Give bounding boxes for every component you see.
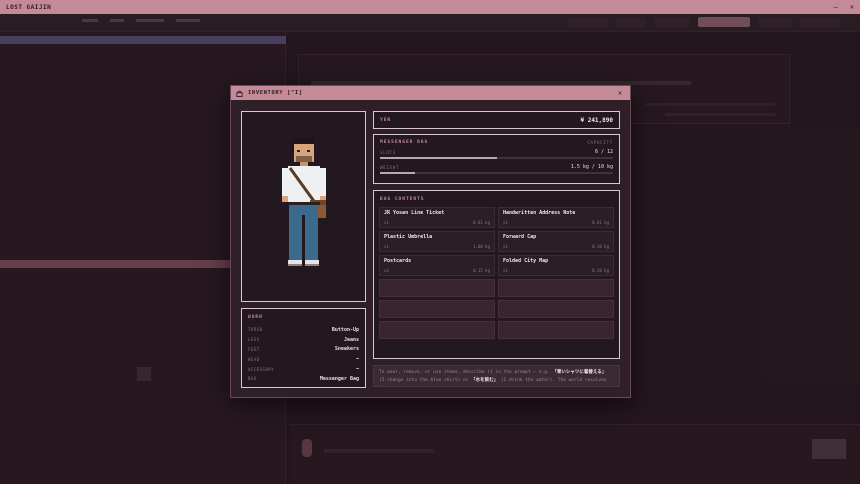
inventory-modal: INVENTORY [^I] ✕ WORN TORSO Button-Up LE… [230,85,631,398]
empty-slot [498,279,614,297]
worn-slot-label: TORSO [248,327,263,333]
item-qty: x1 [384,220,389,225]
bag-capacity-panel: MESSENGER BAG CAPACITY SLOTS 6 / 12 WEIG… [373,134,620,184]
app-title: LOST GAIJIN [6,3,52,11]
empty-slot [498,321,614,339]
slots-bar [380,157,613,159]
worn-slot-value: Messenger Bag [319,375,359,382]
character-portrait-panel [241,111,366,302]
item-weight: 0.20 kg [592,268,609,273]
bag-contents-panel: BAG CONTENTS JR Yosan Line Ticket x1 0.0… [373,190,620,359]
empty-slot [379,300,495,318]
capacity-label: CAPACITY [587,140,613,145]
worn-slot-label: HEAD [248,356,260,362]
worn-slot-value: Button-Up [331,326,359,333]
item-weight: 1.00 kg [473,244,490,249]
item-weight: 0.01 kg [592,220,609,225]
item-qty: x1 [503,244,508,249]
inventory-item[interactable]: Folded City Map x1 0.20 kg [498,255,614,276]
worn-slot-value: — [355,366,359,373]
item-name: Folded City Map [503,258,549,264]
worn-slot-value: — [355,356,359,363]
slots-bar-fill [380,157,497,159]
inventory-item[interactable]: Handwritten Address Note x1 0.01 kg [498,207,614,228]
bag-title: MESSENGER BAG [380,140,429,145]
worn-row: TORSO Button-Up [248,325,359,335]
item-name: Plastic Umbrella [384,234,433,240]
modal-header: INVENTORY [^I] ✕ [231,86,630,100]
usage-hint: To wear, remove, or use items, describe … [373,365,620,387]
bag-contents-grid: JR Yosan Line Ticket x1 0.01 kg Handwrit… [379,207,614,339]
worn-title: WORN [248,315,263,320]
worn-row: LEGS Jeans [248,335,359,345]
character-sprite [282,138,326,266]
bag-icon [236,90,243,97]
worn-row: HEAD — [248,354,359,364]
inventory-item[interactable]: Postcards x3 0.15 kg [379,255,495,276]
item-weight: 0.15 kg [473,268,490,273]
yen-label: YEN [380,117,392,123]
worn-row: ACCESSORY — [248,364,359,374]
item-name: Handwritten Address Note [503,210,576,216]
window-titlebar: LOST GAIJIN – ✕ [0,0,860,14]
empty-slot [379,321,495,339]
item-weight: 0.01 kg [473,220,490,225]
hint-text-2: (I change into the blue shirt) or [379,378,469,383]
window-close-icon[interactable]: ✕ [850,3,854,11]
item-qty: x1 [384,244,389,249]
modal-title: INVENTORY [^I] [248,90,303,96]
item-qty: x3 [384,268,389,273]
worn-slot-label: ACCESSORY [248,366,275,372]
item-qty: x1 [503,268,508,273]
window-controls: – ✕ [834,3,854,11]
worn-row: BAG Messenger Bag [248,374,359,384]
worn-slot-value: Sneakers [334,346,359,353]
item-name: Forward Cap [503,234,537,240]
close-icon[interactable]: ✕ [615,88,625,98]
yen-balance: YEN ¥ 241,890 [373,111,620,129]
item-weight: 0.10 kg [592,244,609,249]
hint-example-1: 「青いシャツに着替える」 [552,370,607,375]
weight-label: WEIGHT [380,164,400,170]
inventory-item[interactable]: Forward Cap x1 0.10 kg [498,231,614,252]
item-name: JR Yosan Line Ticket [384,210,445,216]
hint-example-2: 「水を飲む」 [471,378,499,383]
hint-text-1: To wear, remove, or use items, describe … [379,370,550,375]
yen-value: ¥ 241,890 [580,116,613,124]
weight-value: 1.5 kg / 10 kg [570,164,613,170]
worn-slot-label: LEGS [248,337,260,343]
worn-slot-label: BAG [248,376,257,382]
worn-row: FEET Sneakers [248,345,359,355]
item-qty: x1 [503,220,508,225]
slots-value: 6 / 12 [594,149,613,155]
inventory-item[interactable]: JR Yosan Line Ticket x1 0.01 kg [379,207,495,228]
item-name: Postcards [384,258,412,264]
minimize-icon[interactable]: – [834,3,838,11]
weight-bar [380,172,613,174]
inventory-item[interactable]: Plastic Umbrella x1 1.00 kg [379,231,495,252]
weight-bar-fill [380,172,415,174]
empty-slot [379,279,495,297]
worn-slot-value: Jeans [343,336,359,343]
worn-panel: WORN TORSO Button-Up LEGS Jeans FEET Sne… [241,308,366,388]
worn-slot-label: FEET [248,346,260,352]
empty-slot [498,300,614,318]
bag-contents-title: BAG CONTENTS [380,197,425,202]
slots-label: SLOTS [380,149,397,155]
